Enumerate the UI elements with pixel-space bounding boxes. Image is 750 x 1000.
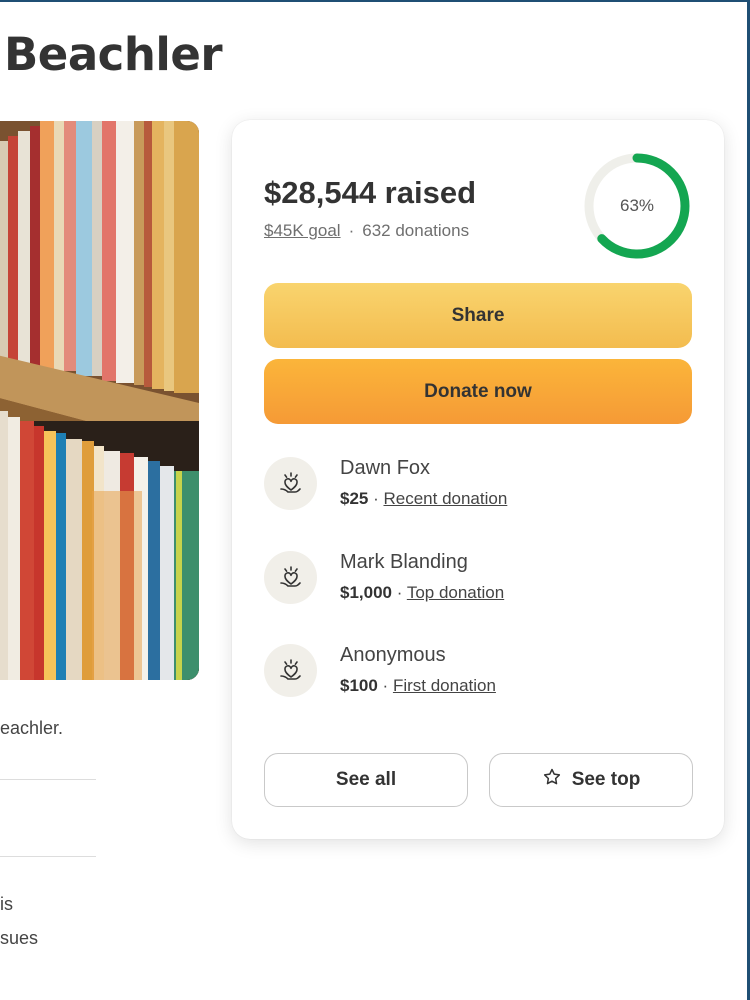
donor-name: Dawn Fox <box>340 457 431 479</box>
donor-tag-link[interactable]: Recent donation <box>383 489 507 508</box>
see-top-button[interactable]: See top <box>489 753 693 807</box>
donations-count: 632 donations <box>362 221 470 240</box>
see-all-button[interactable]: See all <box>264 753 468 807</box>
donor-detail: $100 · First donation <box>340 676 496 695</box>
donor-detail: $25 · Recent donation <box>340 489 508 508</box>
donor-tag-link[interactable]: First donation <box>393 676 496 695</box>
raised-amount: $28,544 raised <box>264 175 476 211</box>
donate-now-button[interactable]: Donate now <box>264 359 692 424</box>
heart-hand-icon <box>264 457 317 510</box>
story-text-fragment: is <box>0 894 13 914</box>
heart-hand-icon <box>264 644 317 697</box>
see-all-label: See all <box>335 769 397 790</box>
donor-list-item: Mark Blanding $1,000 · Top donation <box>264 551 664 611</box>
donor-amount: $100 <box>340 676 378 695</box>
divider <box>0 779 96 780</box>
donor-tag-link[interactable]: Top donation <box>407 583 504 602</box>
donor-list-item: Dawn Fox $25 · Recent donation <box>264 457 664 517</box>
donor-list-item: Anonymous $100 · First donation <box>264 644 664 704</box>
raised-suffix: raised <box>376 175 477 210</box>
donor-name: Anonymous <box>340 644 446 666</box>
donor-detail: $1,000 · Top donation <box>340 583 505 602</box>
share-button[interactable]: Share <box>264 283 692 348</box>
story-text-fragment: sues <box>0 928 39 948</box>
donor-amount: $1,000 <box>340 583 392 602</box>
goal-link[interactable]: $45K goal <box>264 221 341 240</box>
see-top-label: See top <box>571 769 641 790</box>
page-title: Beachler <box>4 28 223 81</box>
raised-value: $28,544 <box>264 175 377 210</box>
donor-name: Mark Blanding <box>340 551 468 573</box>
separator: · <box>348 221 355 240</box>
campaign-image <box>0 121 199 680</box>
heart-hand-icon <box>264 551 317 604</box>
donation-card: $28,544 raised $45K goal · 632 donations 6… <box>232 120 724 839</box>
description-fragment: eachler. <box>0 718 64 738</box>
fundraiser-meta: $45K goal · 632 donations <box>264 221 469 241</box>
divider <box>0 856 96 857</box>
star-outline-icon <box>542 767 562 793</box>
progress-percent: 63% <box>619 196 655 215</box>
donor-amount: $25 <box>340 489 369 508</box>
progress-ring-icon: 63% <box>581 150 693 262</box>
